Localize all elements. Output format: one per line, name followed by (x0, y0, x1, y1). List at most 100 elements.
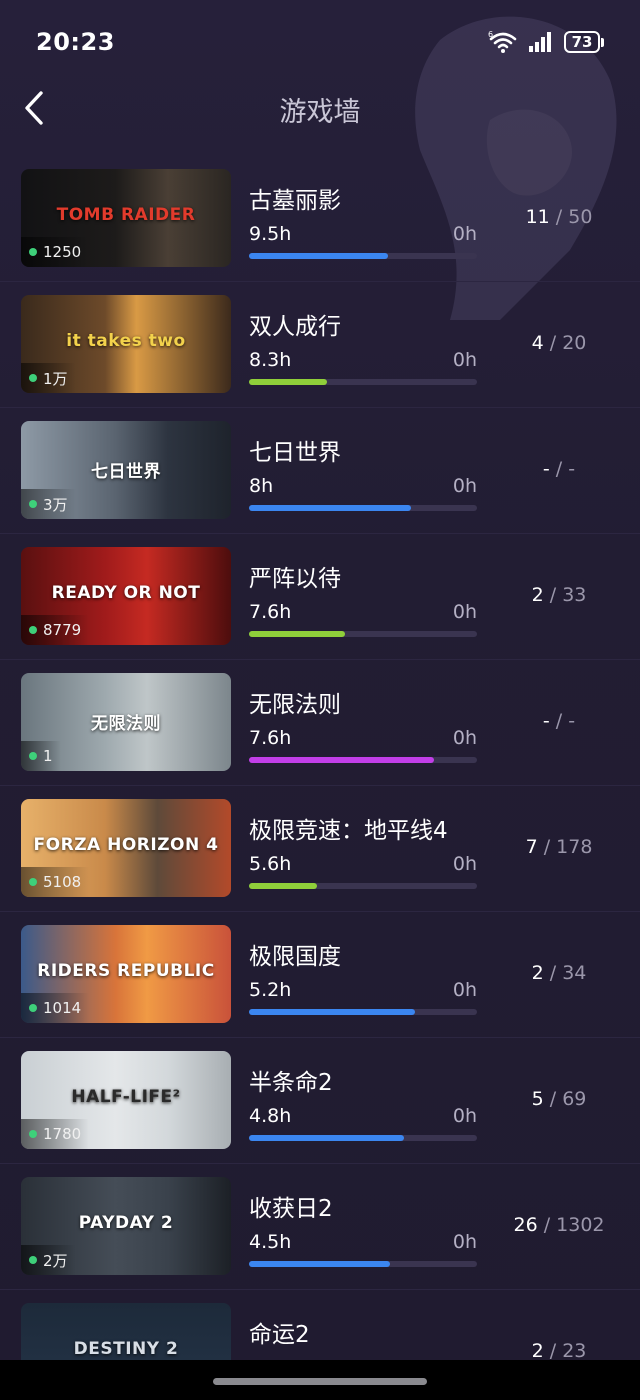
home-indicator[interactable] (213, 1378, 427, 1385)
online-count: 2万 (43, 1251, 68, 1270)
online-players: 5108 (21, 867, 90, 897)
game-cover[interactable]: RIDERS REPUBLIC 1014 (21, 925, 231, 1023)
game-name: 古墓丽影 (249, 188, 341, 214)
game-row[interactable]: TOMB RAIDER 1250 古墓丽影 9.5h 0h 11 / 50 (0, 156, 640, 282)
game-wall-screen: 20:23 6 73 游戏墙 TOMB RAIDER 1250 古墓丽影 9.5… (0, 0, 640, 1400)
achievements-unlocked: 7 (525, 836, 538, 858)
game-name: 无限法则 (249, 692, 341, 718)
achievements-total: - (568, 458, 576, 480)
playtime-bar (249, 631, 477, 637)
achievements-unlocked: 2 (531, 584, 544, 606)
recent-hours: 0h (452, 853, 477, 875)
game-cover[interactable]: 无限法则 1 (21, 673, 231, 771)
achievements-total: 69 (562, 1088, 587, 1110)
game-row[interactable]: RIDERS REPUBLIC 1014 极限国度 5.2h 0h 2 / 34 (0, 912, 640, 1038)
achievements-total: 20 (562, 332, 587, 354)
achievement-count: 2 / 23 (500, 1340, 618, 1362)
achievements-unlocked: 2 (531, 962, 544, 984)
game-cover[interactable]: TOMB RAIDER 1250 (21, 169, 231, 267)
cover-logo: HALF-LIFE² (71, 1087, 181, 1107)
online-players: 1250 (21, 237, 90, 267)
game-row[interactable]: it takes two 1万 双人成行 8.3h 0h 4 / 20 (0, 282, 640, 408)
game-name: 双人成行 (249, 314, 341, 340)
online-dot-icon (29, 1130, 37, 1138)
recent-hours: 0h (452, 601, 477, 623)
achievement-count: 2 / 33 (500, 584, 618, 606)
play-hours: 9.5h (249, 223, 292, 245)
achievements-unlocked: - (542, 710, 550, 732)
game-cover[interactable]: HALF-LIFE² 1780 (21, 1051, 231, 1149)
online-count: 1250 (43, 243, 82, 261)
achievement-separator: / (543, 1340, 563, 1362)
recent-hours: 0h (452, 349, 477, 371)
recent-hours: 0h (452, 475, 477, 497)
online-count: 3万 (43, 495, 68, 514)
playtime-bar (249, 379, 477, 385)
achievements-unlocked: 2 (531, 1340, 544, 1362)
game-row[interactable]: READY OR NOT 8779 严阵以待 7.6h 0h 2 / 33 (0, 534, 640, 660)
header: 游戏墙 (0, 80, 640, 136)
playtime-bar-fill (249, 631, 345, 637)
achievement-separator: / (549, 710, 569, 732)
online-dot-icon (29, 500, 37, 508)
achievements-total: 1302 (556, 1214, 605, 1236)
navigation-bar (0, 1360, 640, 1400)
playtime-bar-fill (249, 253, 389, 259)
game-cover[interactable]: it takes two 1万 (21, 295, 231, 393)
play-hours: 8h (249, 475, 274, 497)
online-players: 2万 (21, 1245, 76, 1275)
recent-hours: 0h (452, 1231, 477, 1253)
game-row[interactable]: 七日世界 3万 七日世界 8h 0h - / - (0, 408, 640, 534)
game-name: 命运2 (249, 1322, 310, 1348)
achievements-unlocked: 5 (531, 1088, 544, 1110)
achievements-total: 23 (562, 1340, 587, 1362)
play-hours: 5.6h (249, 853, 292, 875)
playtime-bar (249, 505, 477, 511)
game-row[interactable]: HALF-LIFE² 1780 半条命2 4.8h 0h 5 / 69 (0, 1038, 640, 1164)
achievements-total: 178 (556, 836, 593, 858)
achievements-total: 50 (568, 206, 593, 228)
online-dot-icon (29, 374, 37, 382)
online-players: 1万 (21, 363, 76, 393)
game-row[interactable]: 无限法则 1 无限法则 7.6h 0h - / - (0, 660, 640, 786)
game-row[interactable]: FORZA HORIZON 4 5108 极限竞速：地平线4 5.6h 0h 7… (0, 786, 640, 912)
achievement-separator: / (549, 206, 569, 228)
cover-logo: PAYDAY 2 (78, 1213, 174, 1233)
cover-logo: READY OR NOT (51, 583, 201, 603)
achievement-separator: / (543, 332, 563, 354)
achievement-count: 4 / 20 (500, 332, 618, 354)
play-hours: 7.6h (249, 601, 292, 623)
achievements-unlocked: 4 (531, 332, 544, 354)
achievement-count: - / - (500, 458, 618, 480)
online-count: 8779 (43, 621, 82, 639)
playtime-bar (249, 253, 477, 259)
achievement-count: 2 / 34 (500, 962, 618, 984)
cover-logo: DESTINY 2 (73, 1339, 179, 1359)
playtime-bar-fill (249, 1261, 391, 1267)
playtime-bar (249, 883, 477, 889)
online-count: 1014 (43, 999, 82, 1017)
online-dot-icon (29, 248, 37, 256)
game-cover[interactable]: FORZA HORIZON 4 5108 (21, 799, 231, 897)
online-count: 1 (43, 747, 53, 765)
game-cover[interactable]: 七日世界 3万 (21, 421, 231, 519)
achievement-separator: / (543, 1088, 563, 1110)
recent-hours: 0h (452, 223, 477, 245)
online-count: 1万 (43, 369, 68, 388)
game-cover[interactable]: READY OR NOT 8779 (21, 547, 231, 645)
wifi-6-icon: 6 (488, 30, 517, 53)
play-hours: 5.2h (249, 979, 292, 1001)
page-title: 游戏墙 (279, 97, 361, 128)
achievement-separator: / (543, 962, 563, 984)
recent-hours: 0h (452, 1105, 477, 1127)
battery-icon: 73 (564, 31, 604, 53)
game-cover[interactable]: PAYDAY 2 2万 (21, 1177, 231, 1275)
game-row[interactable]: PAYDAY 2 2万 收获日2 4.5h 0h 26 / 1302 (0, 1164, 640, 1290)
game-name: 半条命2 (249, 1070, 333, 1096)
online-dot-icon (29, 1256, 37, 1264)
play-hours: 8.3h (249, 349, 292, 371)
game-list: TOMB RAIDER 1250 古墓丽影 9.5h 0h 11 / 50 it… (0, 156, 640, 1400)
online-dot-icon (29, 752, 37, 760)
achievement-separator: / (543, 584, 563, 606)
achievements-total: 34 (562, 962, 587, 984)
